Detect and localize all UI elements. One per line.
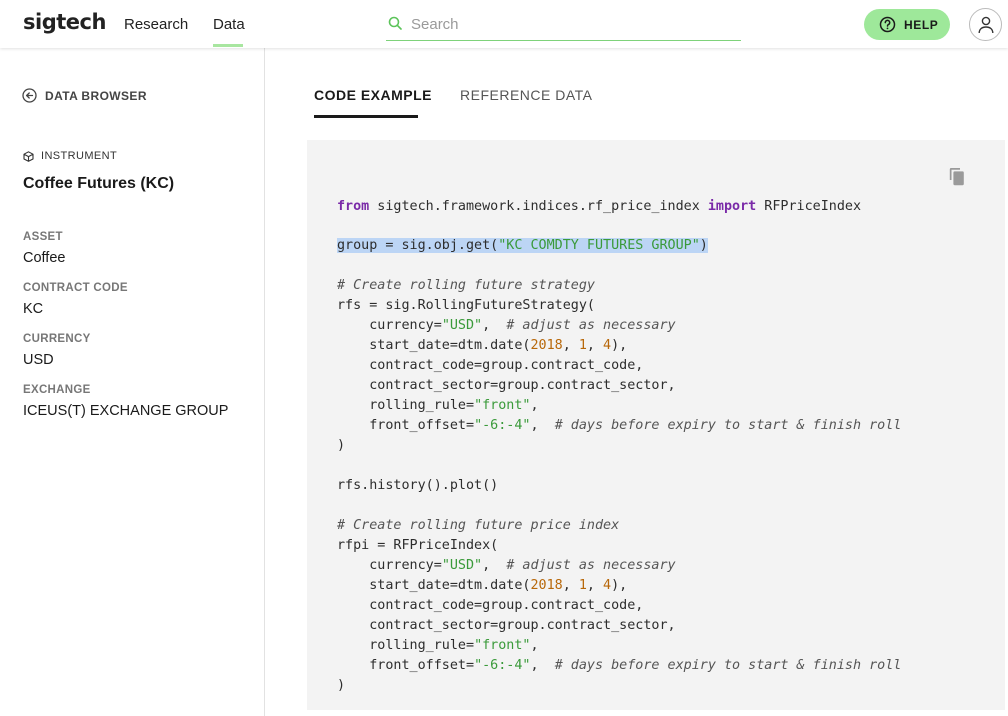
code-line-9: rolling_rule="front", <box>337 397 539 415</box>
code-string: "front" <box>474 638 531 653</box>
code-line-11: ) <box>337 438 346 453</box>
code-text: , <box>562 338 579 353</box>
field-value-asset: Coffee <box>23 250 66 266</box>
code-line-4: rfs = sig.RollingFutureStrategy( <box>337 298 595 313</box>
field-label-contract-code: CONTRACT CODE <box>23 282 128 294</box>
code-comment: # days before expiry to start & finish r… <box>554 658 902 673</box>
code-number: 2018 <box>530 338 563 353</box>
code-line-20: front_offset="-6:-4", # days before expi… <box>337 657 901 675</box>
code-text: , <box>530 418 555 433</box>
code-text: currency= <box>337 318 442 333</box>
code-text: sigtech.framework.indices.rf_price_index <box>369 199 708 214</box>
code-string: "-6:-4" <box>474 418 531 433</box>
tab-reference-data[interactable]: REFERENCE DATA <box>460 87 593 103</box>
code-line-3: # Create rolling future strategy <box>337 278 595 293</box>
code-text: , <box>586 578 604 593</box>
code-text: , <box>530 398 539 413</box>
code-text: rolling_rule= <box>337 638 475 653</box>
code-number: 4 <box>603 578 612 593</box>
code-keyword: from <box>337 199 370 214</box>
field-value-exchange: ICEUS(T) EXCHANGE GROUP <box>23 403 229 419</box>
code-line-5: currency="USD", # adjust as necessary <box>337 317 676 335</box>
help-button[interactable]: HELP <box>864 9 950 40</box>
tab-code-example[interactable]: CODE EXAMPLE <box>314 87 432 103</box>
code-text: , <box>586 338 604 353</box>
help-icon <box>879 16 896 33</box>
help-label: HELP <box>904 18 939 32</box>
code-text: start_date=dtm.date( <box>337 338 531 353</box>
code-line-6: start_date=dtm.date(2018, 1, 4), <box>337 337 627 355</box>
nav-data[interactable]: Data <box>213 16 245 33</box>
code-line-19: rolling_rule="front", <box>337 637 539 655</box>
field-label-asset: ASSET <box>23 231 63 243</box>
code-line-2: group = sig.obj.get("KC COMDTY FUTURES G… <box>337 237 708 255</box>
code-string: "USD" <box>441 318 483 333</box>
code-text: currency= <box>337 558 442 573</box>
code-selection: group = sig.obj.get("KC COMDTY FUTURES G… <box>337 238 708 253</box>
code-number: 4 <box>603 338 612 353</box>
user-account-button[interactable] <box>969 8 1002 41</box>
code-number: 2018 <box>530 578 563 593</box>
user-icon <box>978 16 994 34</box>
code-line-8: contract_sector=group.contract_sector, <box>337 378 676 393</box>
arrow-left-circle-icon <box>22 88 37 103</box>
code-line-17: contract_code=group.contract_code, <box>337 598 644 613</box>
code-comment: # adjust as necessary <box>506 318 676 333</box>
field-label-exchange: EXCHANGE <box>23 384 91 396</box>
code-text: ) <box>699 238 708 253</box>
code-line-7: contract_code=group.contract_code, <box>337 358 644 373</box>
code-string: "USD" <box>441 558 483 573</box>
code-number: 1 <box>578 338 587 353</box>
back-link-label: DATA BROWSER <box>45 89 147 103</box>
search-input[interactable]: Search <box>411 16 459 33</box>
code-line-14: rfpi = RFPriceIndex( <box>337 538 499 553</box>
search-icon <box>388 16 402 30</box>
code-text: start_date=dtm.date( <box>337 578 531 593</box>
nav-research[interactable]: Research <box>124 16 188 33</box>
instrument-title: Coffee Futures (KC) <box>23 175 175 192</box>
code-keyword: import <box>707 199 757 214</box>
copy-icon[interactable] <box>948 167 966 186</box>
code-text: , <box>562 578 579 593</box>
code-text: , <box>530 638 539 653</box>
nav-active-indicator <box>213 44 243 47</box>
code-text: front_offset= <box>337 658 475 673</box>
code-string: "-6:-4" <box>474 658 531 673</box>
code-text: rolling_rule= <box>337 398 475 413</box>
code-line-16: start_date=dtm.date(2018, 1, 4), <box>337 577 627 595</box>
code-text: front_offset= <box>337 418 475 433</box>
field-value-currency: USD <box>23 352 54 368</box>
code-text: group = sig.obj.get( <box>337 238 499 253</box>
active-tab-indicator <box>314 115 418 118</box>
code-line-21: ) <box>337 678 346 693</box>
code-comment: # adjust as necessary <box>506 558 676 573</box>
code-line-13: # Create rolling future price index <box>337 518 620 533</box>
instrument-sidebar: DATA BROWSER INSTRUMENT Coffee Futures (… <box>0 48 265 716</box>
code-line-15: currency="USD", # adjust as necessary <box>337 557 676 575</box>
code-text: , <box>482 558 507 573</box>
field-label-currency: CURRENCY <box>23 333 91 345</box>
code-string: "KC COMDTY FUTURES GROUP" <box>498 238 700 253</box>
code-text: ), <box>611 338 628 353</box>
field-value-contract-code: KC <box>23 301 44 317</box>
search-bar[interactable]: Search <box>386 12 741 41</box>
code-text: , <box>530 658 555 673</box>
code-text: ), <box>611 578 628 593</box>
code-text: , <box>482 318 507 333</box>
instrument-tag-label: INSTRUMENT <box>41 150 118 162</box>
sigtech-logo[interactable]: sigtech <box>23 10 106 34</box>
top-header: sigtech Research Data Search HELP <box>0 0 1008 48</box>
code-line-10: front_offset="-6:-4", # days before expi… <box>337 417 901 435</box>
cube-icon <box>23 151 34 162</box>
code-line-18: contract_sector=group.contract_sector, <box>337 618 676 633</box>
code-line-1: from sigtech.framework.indices.rf_price_… <box>337 198 861 216</box>
code-comment: # days before expiry to start & finish r… <box>554 418 902 433</box>
code-string: "front" <box>474 398 531 413</box>
code-text: RFPriceIndex <box>756 199 862 214</box>
code-number: 1 <box>578 578 587 593</box>
code-line-12: rfs.history().plot() <box>337 478 499 493</box>
